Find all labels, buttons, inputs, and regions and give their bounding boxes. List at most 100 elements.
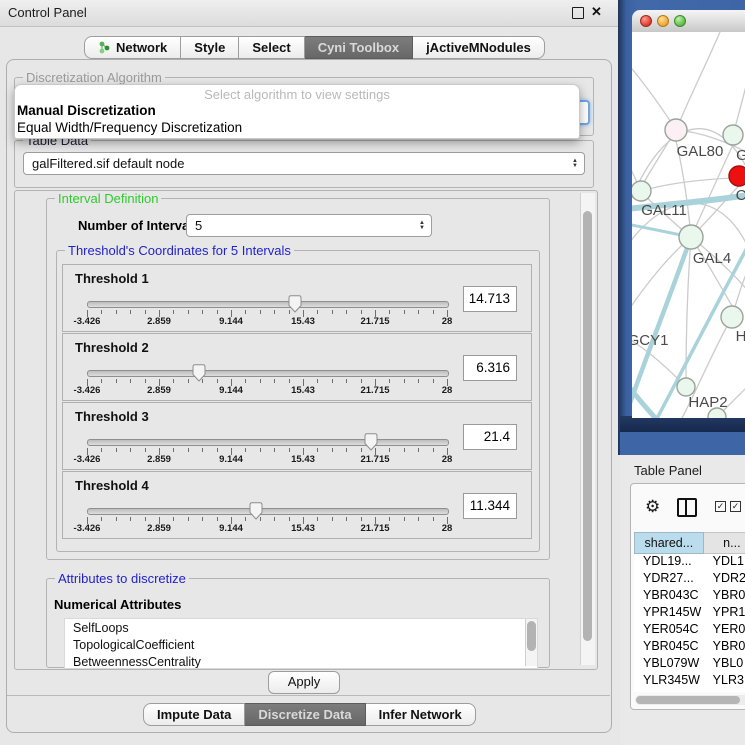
column-header-name[interactable]: n... <box>704 532 745 554</box>
network-node-gal11[interactable] <box>632 181 651 201</box>
close-traffic-light[interactable] <box>640 15 652 27</box>
slider-tick-label: 9.144 <box>209 523 253 534</box>
slider-tick <box>361 310 362 314</box>
zoom-traffic-light[interactable] <box>674 15 686 27</box>
num-intervals-combobox[interactable]: 5 ▲▼ <box>186 214 432 237</box>
network-node-g[interactable] <box>723 125 743 145</box>
bottom-tab-infer-network[interactable]: Infer Network <box>366 703 476 726</box>
slider-tick <box>389 379 390 383</box>
table-cell: YBL0 <box>704 656 745 673</box>
list-item[interactable]: BetweennessCentrality <box>65 653 537 669</box>
network-node-c[interactable] <box>729 166 745 186</box>
table-row[interactable]: YLR345WYLR3 <box>634 673 745 690</box>
slider-tick <box>404 310 405 314</box>
slider-tick <box>217 517 218 521</box>
network-edge[interactable] <box>733 52 745 135</box>
list-item[interactable]: TopologicalCoefficient <box>65 636 537 653</box>
table-row[interactable]: YDL19...YDL1 <box>634 554 745 571</box>
threshold-value-field[interactable]: 6.316 <box>463 355 517 381</box>
slider-track[interactable] <box>87 439 449 446</box>
slider-tick-label: 2.859 <box>137 523 181 534</box>
checkbox-icon[interactable]: ✓ <box>730 501 741 512</box>
list-scrollbar-thumb[interactable] <box>527 621 536 651</box>
network-edge[interactable] <box>676 32 722 130</box>
checkbox-icon[interactable]: ✓ <box>715 501 726 512</box>
slider-track[interactable] <box>87 301 449 308</box>
numerical-attributes-list[interactable]: SelfLoopsTopologicalCoefficientBetweenne… <box>64 618 538 669</box>
table-row[interactable]: YIL052CYIL0 <box>634 690 745 692</box>
node-label: C <box>736 187 745 204</box>
slider-thumb[interactable] <box>192 364 206 382</box>
slider-tick-label: 2.859 <box>137 316 181 327</box>
num-intervals-value: 5 <box>195 218 202 233</box>
slider-tick <box>116 379 117 383</box>
settings-scrollbar-thumb[interactable] <box>583 211 592 641</box>
bottom-tab-impute-data[interactable]: Impute Data <box>143 703 245 726</box>
threshold-value-field[interactable]: 14.713 <box>463 286 517 312</box>
table-row[interactable]: YBL079WYBL0 <box>634 656 745 673</box>
tab-cyni-toolbox[interactable]: Cyni Toolbox <box>305 36 413 59</box>
slider-tick <box>245 379 246 383</box>
threshold-row: Threshold 3-3.4262.8599.14415.4321.71528… <box>62 402 532 470</box>
settings-vertical-scrollbar[interactable] <box>580 193 595 665</box>
slider-thumb[interactable] <box>288 295 302 313</box>
slider-tick-label: 21.715 <box>353 316 397 327</box>
dropdown-option-equal-width[interactable]: Equal Width/Frequency Discretization <box>17 120 242 135</box>
slider-tick <box>418 448 419 452</box>
table-row[interactable]: YBR043CYBR0 <box>634 588 745 605</box>
table-row[interactable]: YPR145WYPR1 <box>634 605 745 622</box>
table-hscrollbar-thumb[interactable] <box>636 696 740 704</box>
slider-track[interactable] <box>87 370 449 377</box>
table-cell: YBR0 <box>704 639 745 656</box>
bottom-tab-discretize-data[interactable]: Discretize Data <box>245 703 365 726</box>
network-edge[interactable] <box>632 237 691 317</box>
slider-tick-label: 28 <box>425 385 469 396</box>
slider-tick-label: 28 <box>425 316 469 327</box>
network-node-gal4[interactable] <box>679 225 703 249</box>
node-attribute-table[interactable]: shared... n... YDL19...YDL1YDR27...YDR2Y… <box>634 532 745 692</box>
gear-icon[interactable]: ⚙ <box>645 498 660 515</box>
slider-tick <box>346 310 347 314</box>
list-vertical-scrollbar[interactable] <box>525 619 537 666</box>
slider-tick <box>130 379 131 383</box>
apply-button[interactable]: Apply <box>268 671 340 694</box>
tab-style[interactable]: Style <box>181 36 239 59</box>
slider-tick <box>433 310 434 314</box>
list-item[interactable]: SelfLoops <box>65 619 537 636</box>
table-row[interactable]: YBR045CYBR0 <box>634 639 745 656</box>
network-edge[interactable] <box>641 178 732 191</box>
slider-thumb[interactable] <box>364 433 378 451</box>
numerical-attributes-label: Numerical Attributes <box>54 597 181 612</box>
column-header-shared-name[interactable]: shared... <box>634 532 704 554</box>
slider-tick <box>289 379 290 383</box>
tab-network[interactable]: Network <box>84 36 181 59</box>
table-row[interactable]: YER054CYER0 <box>634 622 745 639</box>
slider-thumb[interactable] <box>249 502 263 520</box>
float-window-icon[interactable] <box>572 7 584 19</box>
slider-tick <box>433 517 434 521</box>
network-node-h[interactable] <box>721 306 743 328</box>
threshold-value-field[interactable]: 21.4 <box>463 424 517 450</box>
slider-tick <box>361 517 362 521</box>
slider-tick <box>289 448 290 452</box>
table-cell: YLR3 <box>704 673 745 690</box>
table-cell: YDR2 <box>704 571 745 588</box>
network-canvas[interactable]: GAL80GCGAL11GAL4GCY1HHAP2 <box>632 32 745 418</box>
network-node-gal80[interactable] <box>665 119 687 141</box>
dropdown-option-manual[interactable]: Manual Discretization <box>17 103 156 118</box>
minimize-traffic-light[interactable] <box>657 15 669 27</box>
slider-tick <box>116 310 117 314</box>
slider-tick <box>346 448 347 452</box>
tab-jactivemnodules[interactable]: jActiveMNodules <box>413 36 545 59</box>
table-row[interactable]: YDR27...YDR2 <box>634 571 745 588</box>
split-columns-icon[interactable] <box>677 498 697 517</box>
table-horizontal-scrollbar[interactable] <box>635 695 745 705</box>
threshold-value-field[interactable]: 11.344 <box>463 493 517 519</box>
tab-select[interactable]: Select <box>239 36 304 59</box>
close-icon[interactable]: ✕ <box>591 4 602 20</box>
slider-tick <box>130 517 131 521</box>
slider-tick <box>274 379 275 383</box>
slider-track[interactable] <box>87 508 449 515</box>
network-edge[interactable] <box>632 52 676 130</box>
table-data-combobox[interactable]: galFiltered.sif default node ▲▼ <box>23 152 585 175</box>
